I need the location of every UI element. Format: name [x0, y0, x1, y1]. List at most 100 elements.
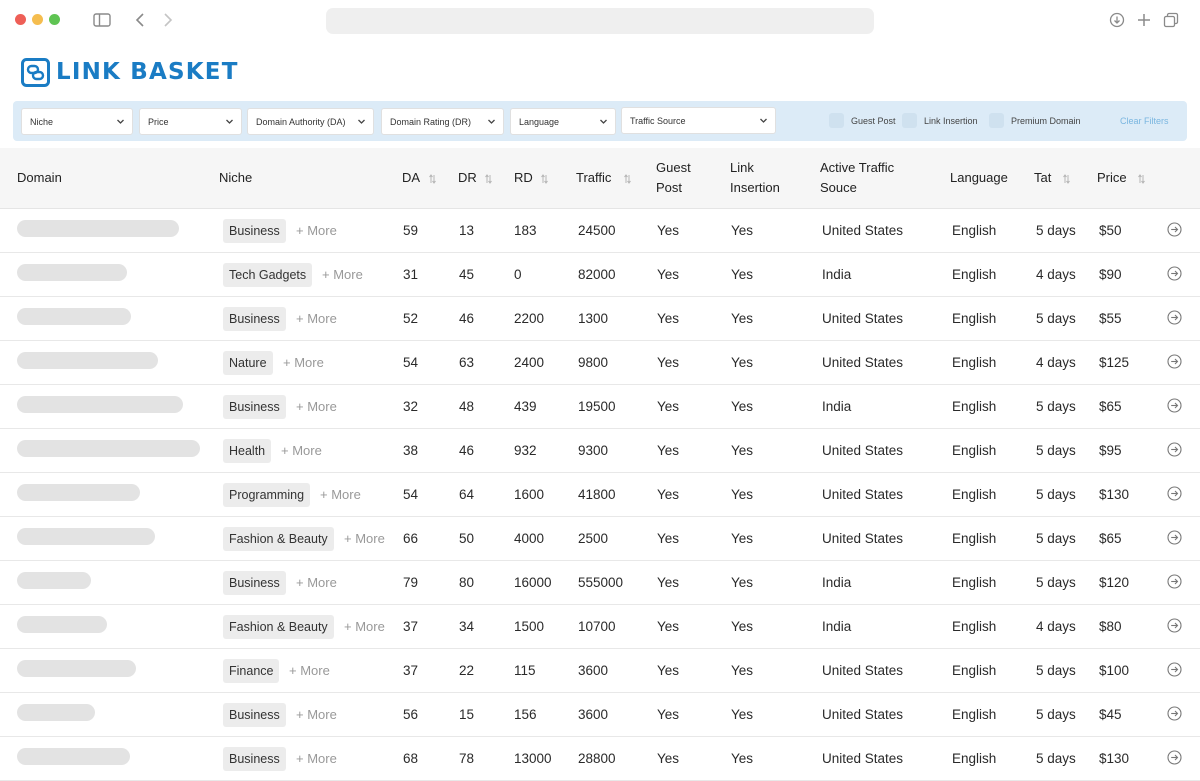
more-niches-link[interactable]: + More — [296, 399, 337, 414]
sort-icon[interactable] — [540, 173, 549, 185]
column-header-link-insertion-line1: Link — [730, 160, 754, 175]
table-row[interactable]: Health + More 38 46 932 9300 Yes Yes United Stat… — [0, 429, 1200, 473]
more-niches-link[interactable]: + More — [296, 575, 337, 590]
clear-filters-link[interactable]: Clear Filters — [1120, 116, 1169, 126]
window-close-button[interactable] — [15, 14, 26, 25]
cell-link-insertion: Yes — [731, 575, 754, 590]
domain-placeholder — [17, 440, 200, 457]
domain-authority-select[interactable]: Domain Authority (DA) — [247, 108, 374, 135]
column-header-guest-post[interactable]: Guest Post — [656, 158, 691, 198]
column-header-active-traffic-line2: Souce — [820, 180, 857, 195]
more-niches-link[interactable]: + More — [344, 531, 385, 546]
column-header-traffic[interactable]: Traffic — [576, 168, 611, 188]
table-row[interactable]: Business + More 59 13 183 24500 Yes Yes United S… — [0, 209, 1200, 253]
niche-tag: Business — [223, 307, 286, 331]
cell-guest-post: Yes — [657, 311, 680, 326]
column-header-rd[interactable]: RD — [514, 168, 533, 188]
more-niches-link[interactable]: + More — [281, 443, 322, 458]
more-niches-link[interactable]: + More — [283, 355, 324, 370]
column-header-tat[interactable]: Tat — [1034, 168, 1051, 188]
sort-icon[interactable] — [428, 173, 437, 185]
chevron-down-icon — [600, 119, 607, 124]
cell-language: English — [952, 443, 997, 458]
sort-icon[interactable] — [1137, 173, 1146, 185]
guest-post-checkbox[interactable] — [829, 113, 844, 128]
arrow-right-circle-icon[interactable] — [1167, 354, 1182, 369]
cell-guest-post: Yes — [657, 223, 680, 238]
more-niches-link[interactable]: + More — [296, 223, 337, 238]
arrow-right-circle-icon[interactable] — [1167, 310, 1182, 325]
tab-overview-icon[interactable] — [1162, 10, 1180, 30]
niche-select[interactable]: Niche — [21, 108, 133, 135]
cell-language: English — [952, 355, 997, 370]
table-row[interactable]: Fashion & Beauty + More 37 34 1500 10700 Yes Ye… — [0, 605, 1200, 649]
column-header-niche[interactable]: Niche — [219, 168, 252, 188]
column-header-da[interactable]: DA — [402, 168, 420, 188]
domain-placeholder — [17, 264, 127, 281]
arrow-right-circle-icon[interactable] — [1167, 486, 1182, 501]
column-header-domain[interactable]: Domain — [17, 168, 62, 188]
address-bar[interactable] — [326, 8, 874, 34]
table-row[interactable]: Tech Gadgets + More 31 45 0 82000 Yes Yes India E… — [0, 253, 1200, 297]
arrow-right-circle-icon[interactable] — [1167, 442, 1182, 457]
column-header-active-traffic-source[interactable]: Active Traffic Souce — [820, 158, 894, 198]
column-header-link-insertion[interactable]: Link Insertion — [730, 158, 780, 198]
traffic-source-select[interactable]: Traffic Source — [621, 107, 776, 134]
language-select[interactable]: Language — [510, 108, 616, 135]
brand-logo[interactable]: LINK BASKET — [21, 56, 239, 88]
table-row[interactable]: Fashion & Beauty + More 66 50 4000 2500 Yes Yes… — [0, 517, 1200, 561]
cell-guest-post: Yes — [657, 575, 680, 590]
arrow-right-circle-icon[interactable] — [1167, 574, 1182, 589]
arrow-right-circle-icon[interactable] — [1167, 222, 1182, 237]
table-row[interactable]: Programming + More 54 64 1600 41800 Yes Yes Unit… — [0, 473, 1200, 517]
more-niches-link[interactable]: + More — [296, 311, 337, 326]
forward-arrow-icon[interactable] — [160, 10, 176, 30]
more-niches-link[interactable]: + More — [296, 707, 337, 722]
cell-rd: 16000 — [514, 575, 552, 590]
cell-da: 54 — [403, 487, 419, 502]
cell-rd: 4000 — [514, 531, 545, 546]
cell-da: 54 — [403, 355, 419, 370]
table-row[interactable]: Business + More 52 46 2200 1300 Yes Yes United S… — [0, 297, 1200, 341]
arrow-right-circle-icon[interactable] — [1167, 266, 1182, 281]
cell-traffic: 2500 — [578, 531, 609, 546]
more-niches-link[interactable]: + More — [296, 751, 337, 766]
cell-language: English — [952, 663, 997, 678]
arrow-right-circle-icon[interactable] — [1167, 750, 1182, 765]
more-niches-link[interactable]: + More — [344, 619, 385, 634]
column-header-price[interactable]: Price — [1097, 168, 1127, 188]
table-row[interactable]: Business + More 56 15 156 3600 Yes Yes United St… — [0, 693, 1200, 737]
arrow-right-circle-icon[interactable] — [1167, 398, 1182, 413]
table-row[interactable]: Business + More 79 80 16000 555000 Yes Yes India… — [0, 561, 1200, 605]
back-arrow-icon[interactable] — [132, 10, 148, 30]
more-niches-link[interactable]: + More — [320, 487, 361, 502]
table-row[interactable]: Finance + More 37 22 115 3600 Yes Yes United Sta… — [0, 649, 1200, 693]
cell-traffic: 82000 — [578, 267, 616, 282]
sort-icon[interactable] — [484, 173, 493, 185]
arrow-right-circle-icon[interactable] — [1167, 618, 1182, 633]
cell-traffic: 24500 — [578, 223, 616, 238]
table-row[interactable]: Business + More 68 78 13000 28800 Yes Yes United… — [0, 737, 1200, 781]
arrow-right-circle-icon[interactable] — [1167, 530, 1182, 545]
window-minimize-button[interactable] — [32, 14, 43, 25]
arrow-right-circle-icon[interactable] — [1167, 706, 1182, 721]
sort-icon[interactable] — [1062, 173, 1071, 185]
sort-icon[interactable] — [623, 173, 632, 185]
domain-rating-select[interactable]: Domain Rating (DR) — [381, 108, 504, 135]
domain-placeholder — [17, 308, 131, 325]
arrow-right-circle-icon[interactable] — [1167, 662, 1182, 677]
download-icon[interactable] — [1108, 10, 1126, 30]
more-niches-link[interactable]: + More — [322, 267, 363, 282]
price-select[interactable]: Price — [139, 108, 242, 135]
sidebar-toggle-icon[interactable] — [92, 10, 112, 30]
table-row[interactable]: Nature + More 54 63 2400 9800 Yes Yes United Sta… — [0, 341, 1200, 385]
table-row[interactable]: Business + More 32 48 439 19500 Yes Yes India Eng… — [0, 385, 1200, 429]
more-niches-link[interactable]: + More — [289, 663, 330, 678]
new-tab-icon[interactable] — [1135, 10, 1153, 30]
column-header-language[interactable]: Language — [950, 168, 1008, 188]
window-zoom-button[interactable] — [49, 14, 60, 25]
column-header-dr[interactable]: DR — [458, 168, 477, 188]
premium-domain-checkbox[interactable] — [989, 113, 1004, 128]
link-insertion-checkbox[interactable] — [902, 113, 917, 128]
cell-traffic: 10700 — [578, 619, 616, 634]
